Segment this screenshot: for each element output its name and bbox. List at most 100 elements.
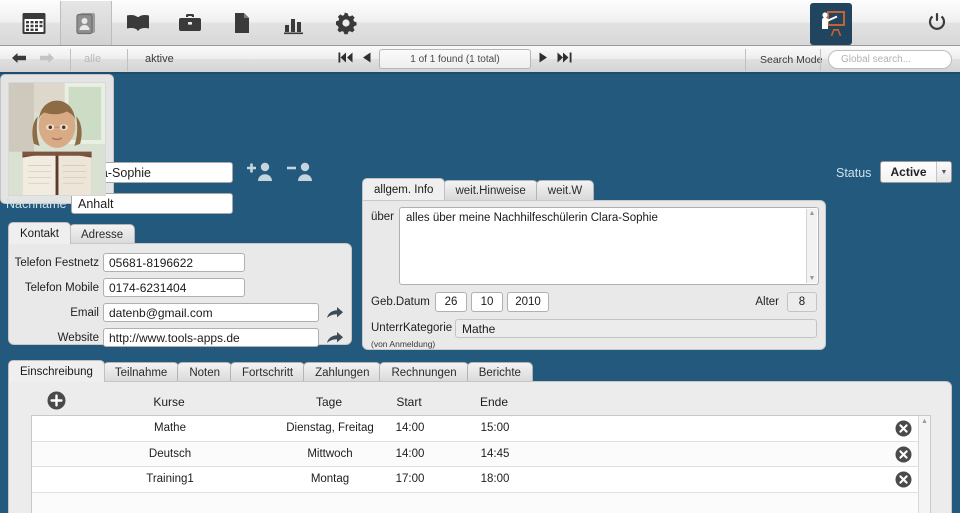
website-input[interactable]: http://www.tools-apps.de — [103, 328, 319, 347]
cell-kurse: Deutsch — [148, 447, 192, 460]
cell-kurse: Mathe — [154, 422, 186, 435]
email-go-arrow-icon[interactable] — [325, 305, 345, 320]
unterrkategorie-value: Mathe — [455, 319, 817, 338]
remove-person-icon[interactable] — [283, 160, 313, 189]
add-person-icon[interactable] — [243, 160, 273, 189]
record-counter: 1 of 1 found (1 total) — [379, 49, 531, 69]
table-row-empty[interactable] — [32, 492, 930, 513]
power-icon[interactable] — [926, 11, 948, 38]
telefon-festnetz-label: Telefon Festnetz — [14, 256, 99, 269]
next-record-icon[interactable] — [537, 51, 549, 67]
scroll-down-icon[interactable]: ▼ — [809, 275, 816, 282]
girl-reading-book-photo — [8, 82, 106, 196]
col-header-ende[interactable]: Ende — [449, 395, 539, 409]
tab-einschreibung[interactable]: Einschreibung — [8, 360, 105, 382]
status-value: Active — [890, 165, 927, 179]
nav-divider-1 — [70, 49, 71, 71]
info-tabstrip: allgem. Info weit.Hinweise weit.W — [362, 178, 595, 200]
search-mode-button[interactable]: Search Mode — [752, 50, 830, 69]
first-record-icon[interactable] — [338, 51, 355, 67]
nav-divider-2 — [127, 49, 128, 71]
global-search-input[interactable]: Global search... — [828, 50, 952, 69]
filter-aktive[interactable]: aktive — [145, 53, 174, 65]
record-navbar: alle aktive 1 of 1 found (1 total) Searc… — [0, 46, 960, 74]
enrollment-panel: Kurse Tage Start Ende Mathe Dienstag, Fr… — [8, 381, 952, 513]
last-record-icon[interactable] — [555, 51, 572, 67]
cell-start: 17:00 — [395, 473, 425, 486]
chart-icon[interactable] — [268, 1, 320, 45]
tab-teilnahme[interactable]: Teilnahme — [102, 362, 180, 382]
delete-circle-icon[interactable] — [895, 446, 912, 468]
briefcase-icon[interactable] — [164, 1, 216, 45]
telefon-festnetz-input[interactable]: 05681-8196622 — [103, 253, 245, 272]
bottom-tabstrip: Einschreibung Teilnahme Noten Fortschrit… — [8, 360, 533, 382]
geb-jahr-input[interactable]: 2010 — [507, 292, 549, 312]
email-input[interactable]: datenb@gmail.com — [103, 303, 319, 322]
telefon-mobile-label: Telefon Mobile — [24, 281, 99, 294]
cell-ende: 15:00 — [480, 422, 510, 435]
back-arrow-icon[interactable] — [10, 51, 28, 68]
tab-weit-w[interactable]: weit.W — [535, 180, 595, 200]
textarea-scrollbar[interactable]: ▲ ▼ — [806, 209, 817, 283]
tab-weit-hinweise[interactable]: weit.Hinweise — [443, 180, 538, 200]
delete-circle-icon[interactable] — [895, 420, 912, 442]
telefon-festnetz-row: Telefon Festnetz 05681-8196622 — [13, 253, 245, 272]
cell-start: 14:00 — [395, 422, 425, 435]
cell-ende: 14:45 — [480, 447, 510, 460]
toolbar-icon-group — [0, 0, 372, 45]
tab-noten[interactable]: Noten — [177, 362, 232, 382]
grid-vertical-scrollbar[interactable]: ▲ ▼ — [918, 416, 930, 513]
col-header-start[interactable]: Start — [364, 395, 454, 409]
book-icon[interactable] — [112, 1, 164, 45]
info-panel: über alles über meine Nachhilfeschülerin… — [362, 200, 826, 350]
nachname-input[interactable]: Anhalt — [71, 193, 233, 214]
website-label: Website — [57, 331, 99, 344]
tab-kontakt[interactable]: Kontakt — [8, 222, 71, 244]
tab-berichte[interactable]: Berichte — [466, 362, 533, 382]
contact-panel: Telefon Festnetz 05681-8196622 Telefon M… — [8, 243, 352, 347]
contact-tabstrip: Kontakt Adresse — [8, 222, 136, 244]
geb-monat-input[interactable]: 10 — [471, 292, 503, 312]
forward-arrow-icon[interactable] — [38, 51, 56, 68]
photo-container[interactable] — [0, 74, 114, 204]
scroll-up-icon[interactable]: ▲ — [921, 418, 928, 425]
tab-zahlungen[interactable]: Zahlungen — [303, 362, 382, 382]
table-row[interactable]: Deutsch Mittwoch 14:00 14:45 — [32, 441, 930, 468]
nav-divider-4 — [820, 49, 821, 71]
contacts-icon[interactable] — [60, 0, 112, 45]
nav-divider-3 — [745, 49, 746, 71]
tab-fortschritt[interactable]: Fortschritt — [230, 362, 306, 382]
document-icon[interactable] — [216, 1, 268, 45]
geb-tag-input[interactable]: 26 — [435, 292, 467, 312]
unterrkategorie-sublabel: (von Anmeldung) — [371, 339, 436, 349]
tab-allgem-info[interactable]: allgem. Info — [362, 178, 446, 200]
unterrkategorie-label: UnterrKategorie — [371, 322, 453, 334]
cell-kurse: Training1 — [146, 473, 194, 486]
ueber-textarea[interactable]: alles über meine Nachhilfeschülerin Clar… — [399, 207, 819, 285]
telefon-mobile-input[interactable]: 0174-6231404 — [103, 278, 245, 297]
website-row: Website http://www.tools-apps.de — [13, 328, 345, 347]
email-row: Email datenb@gmail.com — [13, 303, 345, 322]
tab-rechnungen[interactable]: Rechnungen — [379, 362, 469, 382]
main-content: Vorname Clara-Sophie Nachname Anhalt Sta… — [0, 74, 960, 513]
status-dropdown[interactable]: Active ▼ — [880, 161, 952, 183]
alter-label: Alter — [755, 296, 779, 308]
app-logo[interactable] — [810, 3, 852, 45]
geb-datum-label: Geb.Datum — [371, 296, 430, 308]
gear-icon[interactable] — [320, 1, 372, 45]
alter-value: 8 — [787, 292, 817, 312]
col-header-kurse[interactable]: Kurse — [109, 395, 229, 409]
calendar-icon[interactable] — [8, 1, 60, 45]
table-row[interactable]: Training1 Montag 17:00 18:00 — [32, 467, 930, 493]
filter-alle[interactable]: alle — [84, 53, 101, 65]
history-arrows — [0, 51, 56, 68]
delete-circle-icon[interactable] — [895, 471, 912, 493]
chevron-down-icon: ▼ — [936, 162, 951, 182]
add-circle-icon[interactable] — [47, 391, 66, 415]
table-row[interactable]: Mathe Dienstag, Freitag 14:00 15:00 — [32, 416, 930, 442]
telefon-mobile-row: Telefon Mobile 0174-6231404 — [13, 278, 245, 297]
website-go-arrow-icon[interactable] — [325, 330, 345, 345]
tab-adresse[interactable]: Adresse — [69, 224, 136, 244]
scroll-up-icon[interactable]: ▲ — [809, 210, 816, 217]
prev-record-icon[interactable] — [361, 51, 373, 67]
